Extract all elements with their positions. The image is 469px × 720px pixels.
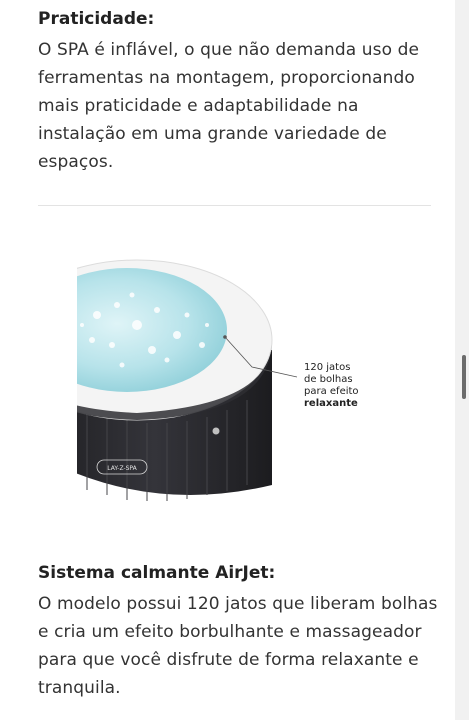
- praticidade-title: Praticidade:: [38, 9, 155, 29]
- annotation-line4: relaxante: [304, 398, 358, 409]
- praticidade-section: Praticidade: O SPA é inflável, o que não…: [38, 8, 438, 176]
- annotation-line2: de bolhas: [304, 374, 353, 385]
- section-divider: [38, 205, 431, 206]
- scrollbar-thumb[interactable]: [462, 355, 466, 399]
- brand-logo-text: LAY-Z-SPA: [107, 465, 137, 472]
- praticidade-body: O SPA é inflável, o que não demanda uso …: [38, 40, 420, 172]
- spa-product-image: LAY-Z-SPA 120 jatos de bolhas para efeit…: [77, 255, 377, 515]
- annotation-line1: 120 jatos: [304, 362, 351, 373]
- airjet-section: Sistema calmante AirJet: O modelo possui…: [38, 562, 438, 702]
- annotation-line3: para efeito: [304, 386, 359, 397]
- airjet-title: Sistema calmante AirJet:: [38, 563, 276, 583]
- airjet-body: O modelo possui 120 jatos que liberam bo…: [38, 594, 438, 698]
- jets-annotation: 120 jatos de bolhas para efeito relaxant…: [304, 362, 374, 410]
- scroll-track[interactable]: [455, 0, 469, 720]
- valve-icon: [212, 427, 220, 435]
